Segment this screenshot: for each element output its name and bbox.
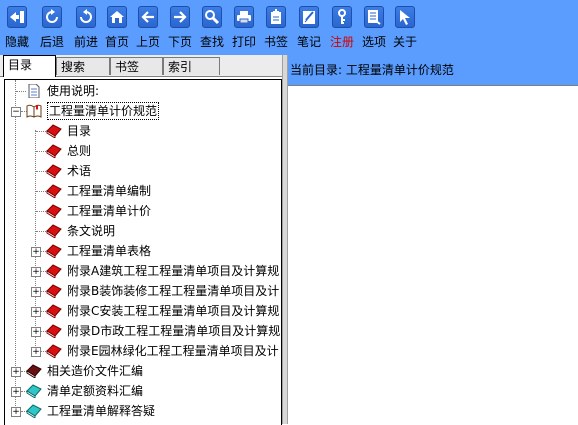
tree-item-label: 条文说明 <box>67 224 116 238</box>
tree-item-label: 附录C安装工程工程量清单项目及计算规 <box>67 304 280 318</box>
tree-item-label: 工程量清单解释答疑 <box>47 404 156 418</box>
current-path-value: 工程量清单计价规范 <box>345 63 454 77</box>
about-label: 关于 <box>392 35 417 49</box>
red-book-icon <box>46 304 62 318</box>
dark-book-icon <box>26 364 42 378</box>
hide-panel-icon <box>7 6 27 28</box>
tree-item-label: 工程量清单计价 <box>67 204 152 218</box>
expand-toggle[interactable]: + <box>31 347 41 357</box>
current-path-bar: 当前目录: 工程量清单计价规范 <box>288 55 578 85</box>
current-path-prefix: 当前目录: <box>290 63 343 77</box>
arrow-right-icon <box>170 6 190 28</box>
back-circle-icon <box>42 6 62 28</box>
expand-toggle[interactable]: + <box>31 287 41 297</box>
red-book-icon <box>46 224 62 238</box>
expand-toggle[interactable]: + <box>11 387 21 397</box>
expand-toggle[interactable]: + <box>11 367 21 377</box>
forward-circle-icon <box>76 6 96 28</box>
home-icon <box>107 6 127 28</box>
tree-item-label: 使用说明: <box>47 84 100 98</box>
content-area[interactable] <box>288 85 578 425</box>
collapse-toggle[interactable]: − <box>11 107 21 117</box>
document-icon <box>28 84 40 98</box>
notes-icon <box>299 6 319 28</box>
right-pane: 当前目录: 工程量清单计价规范 <box>288 55 578 425</box>
tree-item-label: 附录B装饰装修工程工程量清单项目及计 <box>67 284 280 298</box>
red-book-icon <box>46 244 62 258</box>
expand-toggle[interactable]: + <box>31 307 41 317</box>
cyan-book-icon <box>26 404 42 418</box>
bookmark-icon <box>266 6 286 28</box>
open-book-icon <box>26 104 42 118</box>
expand-toggle[interactable]: + <box>11 407 21 417</box>
tree-item-label: 相关造价文件汇编 <box>47 364 144 378</box>
red-book-icon <box>46 324 62 338</box>
red-book-icon <box>46 264 62 278</box>
red-book-icon <box>46 164 62 178</box>
contents-tree[interactable]: 使用说明: − 工程量清单计价规范 目录 总则 术语 工程量清单编制 工程量清单… <box>4 79 282 425</box>
magnifier-icon <box>202 6 222 28</box>
back-button[interactable]: 后退 <box>35 4 69 50</box>
left-pane: 目录 搜索 书签 索引 使用说明: − 工程量清单计价规范 目录 总则 术语 工… <box>0 55 282 425</box>
tree-item-label: 目录 <box>67 124 92 138</box>
arrow-left-icon <box>138 6 158 28</box>
red-book-icon <box>46 204 62 218</box>
tree-item-label: 总则 <box>67 144 92 158</box>
red-book-icon <box>46 124 62 138</box>
cyan-book-icon <box>26 384 42 398</box>
tab-index[interactable]: 索引 <box>163 57 220 75</box>
tree-item-label: 附录D市政工程工程量清单项目及计算规 <box>67 324 281 338</box>
tree-item-label: 工程量清单编制 <box>67 184 152 198</box>
tree-item-label: 工程量清单表格 <box>67 244 152 258</box>
red-book-icon <box>46 144 62 158</box>
tree-item-label: 附录E园林绿化工程工程量清单项目及计 <box>67 344 279 358</box>
expand-toggle[interactable]: + <box>31 247 41 257</box>
printer-icon <box>234 6 254 28</box>
tree-item-label: 附录A建筑工程工程量清单项目及计算规 <box>67 264 280 278</box>
expand-toggle[interactable]: + <box>31 267 41 277</box>
toolbar: 隐藏 后退 前进 首页 上页 下页 查找 打印 书签 笔记 注册 选项 关于 <box>0 0 578 55</box>
tree-item-label: 术语 <box>67 164 92 178</box>
key-icon <box>332 6 352 28</box>
options-icon <box>364 6 384 28</box>
tab-search[interactable]: 搜索 <box>56 57 110 75</box>
tab-bookmarks[interactable]: 书签 <box>110 57 163 75</box>
red-book-icon <box>46 344 62 358</box>
tree-item-label: 清单定额资料汇编 <box>47 384 144 398</box>
red-book-icon <box>46 184 62 198</box>
red-book-icon <box>46 284 62 298</box>
expand-toggle[interactable]: + <box>31 327 41 337</box>
tab-strip: 目录 搜索 书签 索引 <box>0 55 282 77</box>
hide-button[interactable]: 隐藏 <box>0 4 34 50</box>
tab-contents[interactable]: 目录 <box>3 55 56 77</box>
cursor-icon <box>395 6 415 28</box>
about-button[interactable]: 关于 <box>388 4 422 50</box>
tree-item-label: 工程量清单计价规范 <box>47 102 160 120</box>
